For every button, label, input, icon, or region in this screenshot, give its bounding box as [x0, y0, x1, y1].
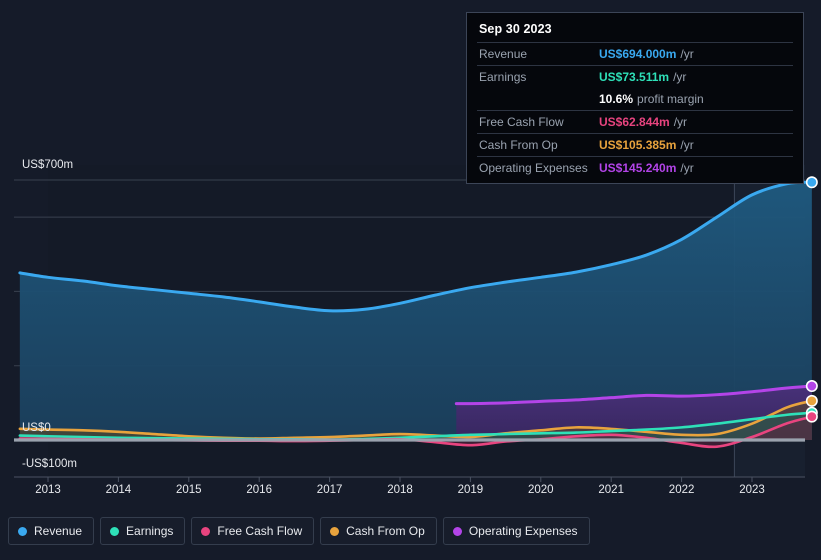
tooltip-row: 10.6% profit margin — [477, 88, 793, 110]
x-axis-label: 2019 — [457, 484, 484, 496]
y-axis-label: -US$100m — [22, 458, 77, 470]
tooltip-row-value: US$62.844m — [599, 115, 670, 129]
x-axis-label: 2013 — [35, 484, 61, 496]
tooltip-row-unit: /yr — [680, 138, 694, 152]
tooltip-row-value: 10.6% — [599, 92, 634, 106]
legend-color-dot-icon — [452, 526, 462, 536]
tooltip-row-unit: /yr — [673, 115, 688, 129]
tooltip-row-label: Revenue — [479, 47, 528, 61]
x-axis-label: 2020 — [528, 484, 554, 496]
tooltip-row-value-wrap: US$145.240m/yr — [599, 159, 694, 177]
tooltip-row-value-wrap: US$105.385m/yr — [599, 136, 694, 154]
tooltip-row: Cash From Op US$105.385m/yr — [477, 133, 793, 156]
legend-color-dot-icon — [201, 526, 211, 536]
tooltip-row-value: US$73.511m — [599, 70, 670, 84]
x-axis-label: 2021 — [598, 484, 624, 496]
tooltip-row-label: Operating Expenses — [479, 161, 588, 175]
legend-item-cash-from-op[interactable]: Cash From Op — [320, 517, 437, 545]
x-axis-label: 2015 — [176, 484, 202, 496]
legend-item-earnings[interactable]: Earnings — [100, 517, 186, 545]
legend-item-label: Free Cash Flow — [217, 524, 303, 538]
tooltip-row-unit: /yr — [680, 47, 694, 61]
data-tooltip: Sep 30 2023 Revenue US$694.000m/yr Earning… — [466, 12, 804, 184]
chart-legend[interactable]: Revenue Earnings Free Cash Flow Cash From O… — [8, 517, 590, 545]
tooltip-row: Revenue US$694.000m/yr — [477, 42, 793, 65]
tooltip-row-value-wrap: 10.6% profit margin — [599, 90, 704, 108]
x-axis-label: 2018 — [387, 484, 413, 496]
legend-item-free-cash-flow[interactable]: Free Cash Flow — [191, 517, 315, 545]
tooltip-row-unit: /yr — [680, 161, 694, 175]
tooltip-date: Sep 30 2023 — [479, 22, 552, 36]
legend-item-operating-expenses[interactable]: Operating Expenses — [442, 517, 590, 545]
y-axis-label: US$0 — [22, 422, 51, 434]
legend-item-label: Revenue — [34, 524, 83, 538]
x-axis-label: 2014 — [105, 484, 132, 496]
tooltip-row-value: US$105.385m — [599, 138, 677, 152]
legend-color-dot-icon — [18, 526, 27, 536]
tooltip-row-value: US$145.240m — [599, 161, 677, 175]
tooltip-row-value-wrap: US$694.000m/yr — [599, 45, 694, 63]
tooltip-row-label: Free Cash Flow — [479, 115, 564, 129]
tooltip-row-value-wrap: US$73.511m/yr — [599, 68, 686, 86]
y-axis-label: US$700m — [22, 159, 74, 171]
legend-item-label: Earnings — [126, 524, 174, 538]
x-axis-line — [14, 476, 805, 482]
tooltip-rows: Revenue US$694.000m/yr Earnings US$73.511m /… — [477, 42, 793, 179]
legend-item-revenue[interactable]: Revenue — [8, 517, 95, 545]
legend-item-label: Operating Expenses — [468, 524, 578, 538]
tooltip-row: Earnings US$73.511m/yr — [477, 65, 793, 88]
legend-color-dot-icon — [330, 526, 340, 536]
tooltip-row-value: US$694.000m — [599, 47, 677, 61]
revenue-earnings-chart: US$700m US$0 -US$100m 2013 2014 2015 2016 2017… — [0, 0, 821, 560]
tooltip-row-unit: profit margin — [637, 92, 704, 106]
x-axis-label: 2022 — [668, 484, 695, 496]
tooltip-row-label: Cash From Op — [479, 138, 558, 152]
tooltip-row-label: Earnings — [479, 70, 527, 84]
legend-item-label: Cash From Op — [346, 524, 425, 538]
tooltip-row: Operating Expenses US$145.240m/yr — [477, 156, 793, 179]
legend-color-dot-icon — [110, 526, 120, 536]
tooltip-row-value-wrap: US$62.844m/yr — [599, 113, 687, 131]
x-axis-label: 2016 — [246, 484, 272, 496]
tooltip-row: Free Cash Flow US$62.844m/yr — [477, 110, 793, 133]
x-axis-label: 2023 — [739, 484, 765, 496]
tooltip-row-unit: /yr — [673, 70, 687, 84]
x-axis-label: 2017 — [316, 484, 343, 496]
